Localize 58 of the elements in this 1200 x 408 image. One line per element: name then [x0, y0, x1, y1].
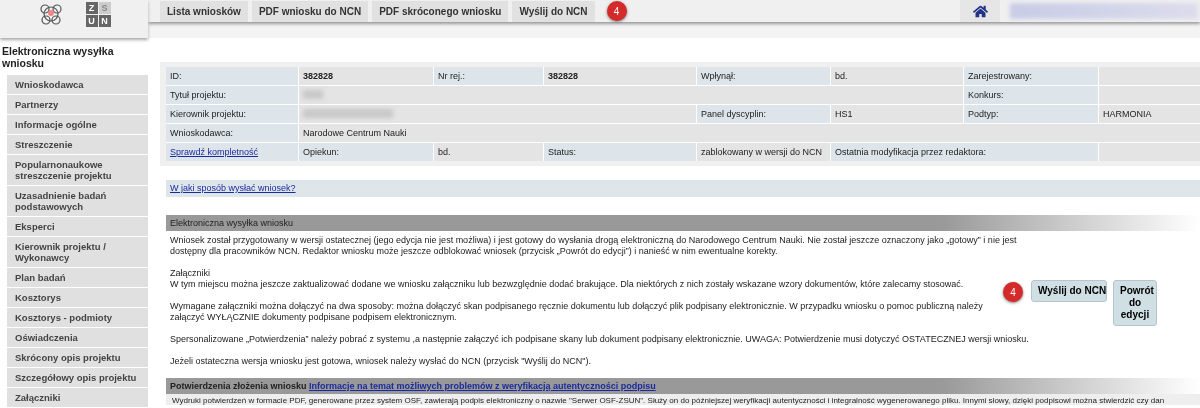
field-label: Wpłynął:	[697, 67, 830, 85]
nav-tab[interactable]: PDF wniosku do NCN	[251, 0, 369, 22]
field-label: Opiekun:	[299, 143, 433, 161]
zsun-logo: Z S U N	[85, 2, 111, 27]
methods-text: Wymagane załączniki można dołączyć na dwa sposoby: można dołączyć skan podpisanego ręcznie dokumentu lub dołączyć plik podpisany elektronicznie. W przypadku wniosku o pomoc publiczną należy załączyć WYŁĄCZNIE dokumenty podpisane podpisem elektronicznym.	[170, 301, 984, 323]
sidebar-item[interactable]: Plan badań	[7, 268, 148, 287]
field-label: Podtyp:	[964, 105, 1098, 123]
field-value: zablokowany w wersji do NCN	[697, 143, 830, 161]
field-label: Panel dyscyplin:	[697, 105, 830, 123]
nav-tab[interactable]: Lista wniosków	[160, 0, 248, 22]
field-label: Kierownik projektu:	[166, 105, 298, 123]
field-value: 382828	[544, 67, 696, 85]
back-to-edit-button[interactable]: Powrót do edycji	[1113, 280, 1157, 326]
signature-info-link[interactable]: Informacje na temat możliwych problemów z weryfikacją autentyczności podpisu	[309, 381, 656, 391]
field-value: 382828	[299, 67, 433, 85]
sidebar-item[interactable]: Popularnonaukowe streszczenie projektu	[7, 155, 148, 185]
confirmation-text: Wydruki potwierdzeń w formacie PDF, generowane przez system OSF, zawierają podpis elektroniczny o nazwie "Serwer OSF-ZSUN". Służy on do późniejszej weryfikacji autentyczności i integralność wygenerowanego pliku. Innymi słowy, dzięki podpisowi można stwierdzić czy dan	[166, 394, 1200, 405]
send-button[interactable]: Wyślij do NCN	[1031, 280, 1107, 302]
sidebar-item[interactable]: Informacje ogólne	[7, 115, 148, 134]
field-label: Ostatnia modyfikacja przez redaktora:	[831, 143, 1098, 161]
section-title: Potwierdzenia złożenia wniosku	[170, 381, 307, 391]
annotation-badge: 4	[1003, 282, 1023, 302]
sidebar-title: Elektroniczna wysyłka wniosku	[1, 44, 115, 71]
sidebar-item[interactable]: Eksperci	[7, 217, 148, 236]
sidebar-item[interactable]: Skrócony opis projektu	[7, 348, 148, 367]
field-value: bd.	[831, 67, 963, 85]
sidebar-item[interactable]: Kierownik projektu / Wykonawcy	[7, 237, 148, 267]
intro-text: Wniosek został przygotowany w wersji ostatecznej (jego edycja nie jest możliwa) i jest gotowy do wysłania drogą elektroniczną do Narodowego Centrum Nauki. Nie został jeszcze oznaczony jako „gotowy” i nie jest dostępny dla pracowników NCN. Redaktor wniosku może jeszcze odblokować wniosek (przycisk „Powrót do edycji”) i nanieść w nim ewentualne korekty.	[170, 235, 1018, 257]
sidebar-item[interactable]: Oświadczenia	[7, 328, 148, 347]
attachments-text: W tym miejscu można jeszcze zaktualizować dodane we wniosku załączniku lub bezwzględnie dodać brakujące. Dla niektórych z nich zostały wskazane wzory dokumentów, które zalecamy stosować.	[170, 279, 964, 289]
sidebar-item[interactable]: Uzasadnienie badań podstawowych	[7, 186, 148, 216]
sidebar-item[interactable]: Kosztorys - podmioty	[7, 308, 148, 327]
field-label: Tytuł projektu:	[166, 86, 298, 104]
home-icon[interactable]	[960, 0, 1000, 22]
field-label: Zarejestrowany:	[964, 67, 1098, 85]
field-value: bd.	[434, 143, 543, 161]
field-label: Konkurs:	[964, 86, 1098, 104]
field-label: Wnioskodawca:	[166, 124, 298, 142]
field-value: Narodowe Centrum Nauki	[299, 124, 1200, 142]
annotation-badge: 4	[606, 1, 627, 21]
field-value: HARMONIA	[1099, 105, 1200, 123]
sidebar-item[interactable]: Streszczenie	[7, 135, 148, 154]
attachments-heading: Załączniki	[170, 268, 210, 278]
field-label: ID:	[166, 67, 298, 85]
cartoon-logo-icon	[37, 2, 64, 26]
nav-tab[interactable]: Wyślij do NCN	[512, 0, 595, 22]
sidebar-item[interactable]: Partnerzy	[7, 95, 148, 114]
note-text: Jeżeli ostateczna wersja wniosku jest gotowa, wniosek należy wysłać do NCN (przycisk "Wyślij do NCN").	[170, 356, 592, 367]
sidebar-item[interactable]: Wnioskodawca	[7, 75, 148, 94]
sidebar-item[interactable]: Szczegółowy opis projektu	[7, 368, 148, 387]
sidebar-item[interactable]: Kosztorys	[7, 288, 148, 307]
field-label: Status:	[544, 143, 696, 161]
field-value: HS1	[831, 105, 963, 123]
help-link[interactable]: W jaki sposób wysłać wniosek?	[170, 183, 296, 193]
nav-tab[interactable]: PDF skróconego wniosku	[372, 0, 509, 22]
field-label: Nr rej.:	[434, 67, 543, 85]
sidebar-item[interactable]: Załączniki	[7, 388, 148, 407]
note-text: Spersonalizowane „Potwierdzenia” należy pobrać z systemu ,a następnie załączyć ich podpisane skany lub dokument podpisany elektronicznie. UWAGA: Potwierdzenie musi dotyczyć OSTATECZNEJ wersji wniosku.	[170, 334, 1030, 345]
